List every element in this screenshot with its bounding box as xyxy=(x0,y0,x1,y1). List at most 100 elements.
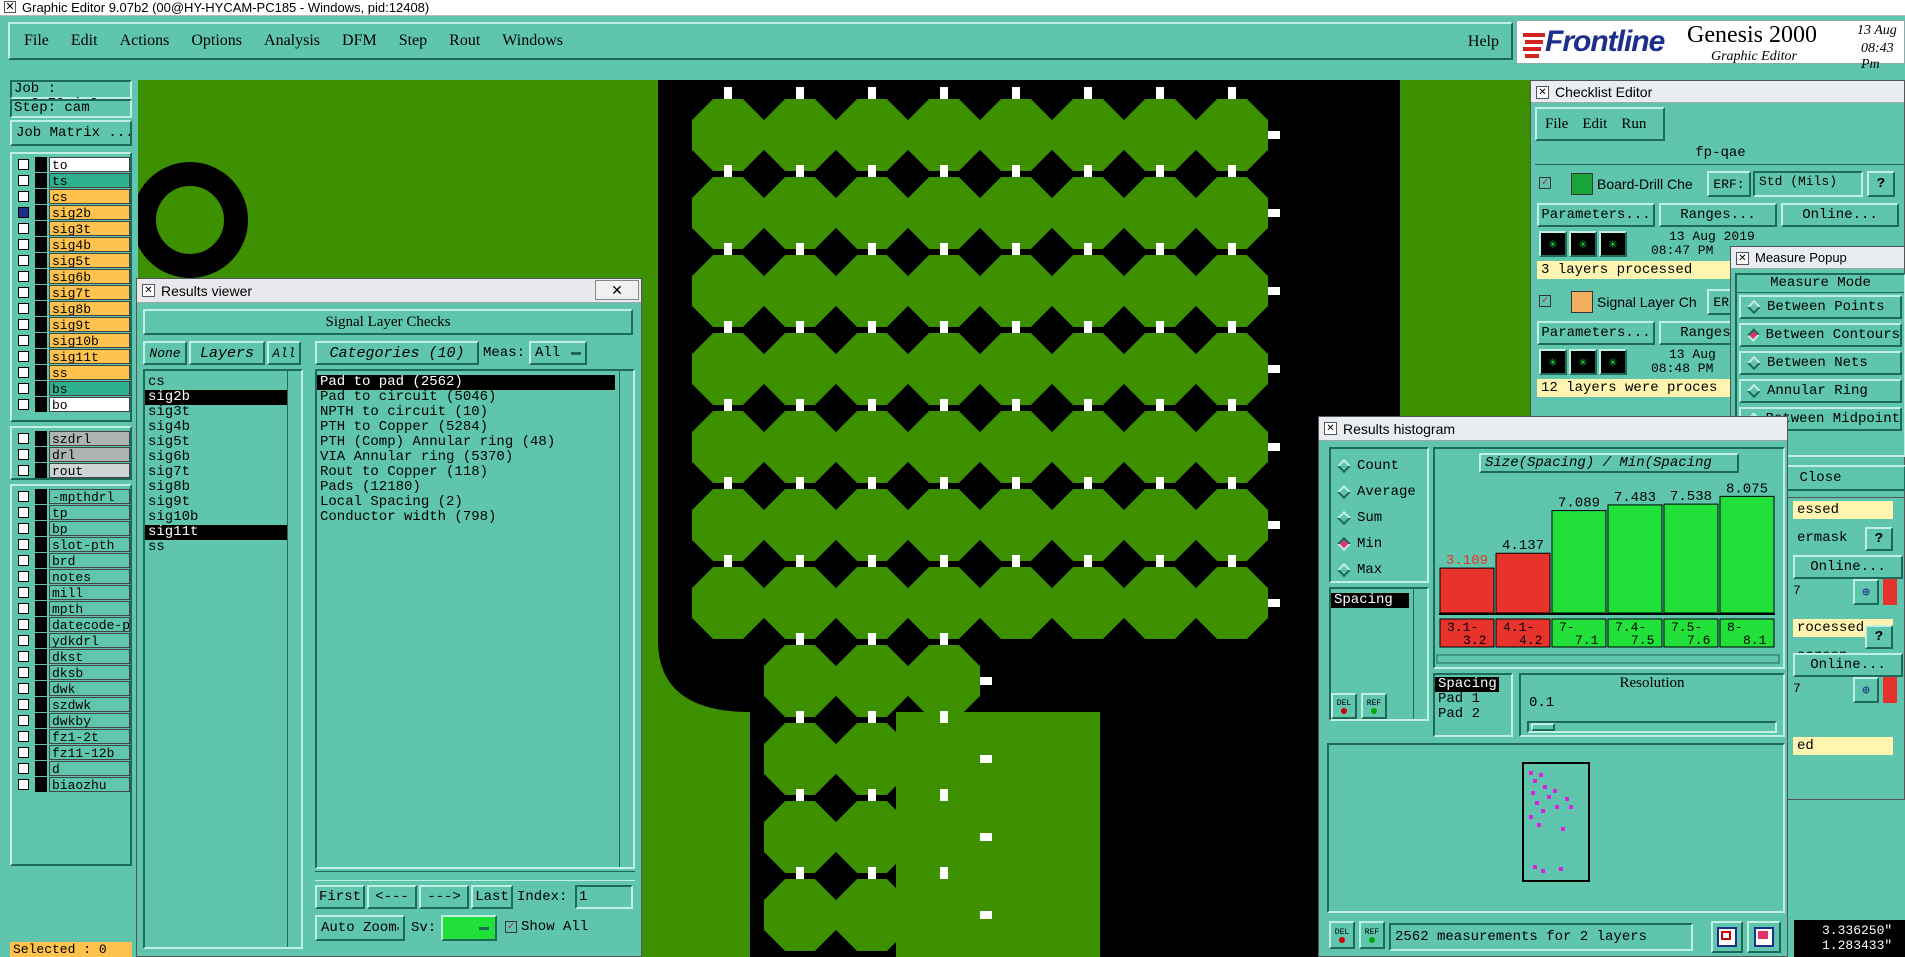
layer-checkbox[interactable] xyxy=(18,762,29,774)
layer-affected-marker[interactable] xyxy=(35,364,47,380)
layer-affected-marker[interactable] xyxy=(35,316,47,332)
layer-row-bs[interactable]: bs xyxy=(12,380,130,396)
histogram-sublist-item[interactable]: Pad 2 xyxy=(1435,707,1499,722)
check-run-icon[interactable]: ✳ xyxy=(1599,349,1627,375)
layer-checkbox[interactable] xyxy=(18,158,29,170)
layer-name[interactable]: -mpthdrl xyxy=(49,488,130,504)
layer-checkbox[interactable] xyxy=(18,746,29,758)
layer-name[interactable]: d xyxy=(49,760,130,776)
layer-row-fz1-2t[interactable]: fz1-2t xyxy=(12,728,130,744)
layer-name[interactable]: bo xyxy=(49,396,130,412)
results-layer-item[interactable]: sig4b xyxy=(145,420,287,435)
layer-row-sig9t[interactable]: sig9t xyxy=(12,316,130,332)
layer-affected-marker[interactable] xyxy=(35,396,47,412)
results-layer-item[interactable]: sig11t xyxy=(145,525,287,540)
layer-affected-marker[interactable] xyxy=(35,252,47,268)
app-close-icon[interactable]: ✕ xyxy=(4,1,16,13)
menu-rout[interactable]: Rout xyxy=(449,32,480,50)
layer-name[interactable]: datecode-pbe xyxy=(49,616,130,632)
results-viewer-close-icon[interactable]: ✕ xyxy=(595,280,639,300)
histogram-list-scrollbar[interactable] xyxy=(1413,589,1427,719)
layer-row-sig3t[interactable]: sig3t xyxy=(12,220,130,236)
layer-name[interactable]: bp xyxy=(49,520,130,536)
layer-checkbox[interactable] xyxy=(18,318,29,330)
layer-name[interactable]: sig8b xyxy=(49,300,130,316)
layer-name[interactable]: sig4b xyxy=(49,236,130,252)
layer-name[interactable]: fz11-12b xyxy=(49,744,130,760)
nav-next-button[interactable]: ---> xyxy=(419,885,469,909)
layer-row-sig5t[interactable]: sig5t xyxy=(12,252,130,268)
category-item[interactable]: Local Spacing (2) xyxy=(317,495,615,510)
layer-name[interactable]: slot-pth xyxy=(49,536,130,552)
layer-row-drl[interactable]: drl xyxy=(12,446,130,462)
check-run-icon[interactable]: ✳ xyxy=(1539,231,1567,257)
layer-row-sig2b[interactable]: sig2b xyxy=(12,204,130,220)
resolution-slider-handle[interactable] xyxy=(1531,723,1555,731)
layer-name[interactable]: mill xyxy=(49,584,130,600)
layer-checkbox[interactable] xyxy=(18,698,29,710)
layer-checkbox[interactable] xyxy=(18,238,29,250)
layer-affected-marker[interactable] xyxy=(35,462,47,478)
histogram-mode-max[interactable]: Max xyxy=(1331,557,1427,583)
layer-row-brd[interactable]: brd xyxy=(12,552,130,568)
layer-affected-marker[interactable] xyxy=(35,664,47,680)
checklist-menu-file[interactable]: File xyxy=(1545,116,1568,133)
layer-name[interactable]: ts xyxy=(49,172,130,188)
auto-zoom-dropdown[interactable]: Auto Zoom xyxy=(315,915,405,941)
layer-affected-marker[interactable] xyxy=(35,204,47,220)
layer-checkbox[interactable] xyxy=(18,538,29,550)
histogram-bar[interactable] xyxy=(1663,503,1719,614)
category-item[interactable]: PTH (Comp) Annular ring (48) xyxy=(317,435,615,450)
layer-affected-marker[interactable] xyxy=(35,648,47,664)
menu-windows[interactable]: Windows xyxy=(502,32,563,50)
layer-affected-marker[interactable] xyxy=(35,300,47,316)
layer-checkbox[interactable] xyxy=(18,206,29,218)
layer-affected-marker[interactable] xyxy=(35,430,47,446)
results-layer-item[interactable]: sig3t xyxy=(145,405,287,420)
histogram-mode-sum[interactable]: Sum xyxy=(1331,505,1427,531)
results-viewer-titlebar[interactable]: ✕ Results viewer ✕ xyxy=(137,279,641,303)
layer-checkbox[interactable] xyxy=(18,682,29,694)
layer-name[interactable]: bs xyxy=(49,380,130,396)
layer-name[interactable]: sig7t xyxy=(49,284,130,300)
layer-checkbox[interactable] xyxy=(18,778,29,790)
layer-checkbox[interactable] xyxy=(18,366,29,378)
layer-checkbox[interactable] xyxy=(18,586,29,598)
layer-row-cs[interactable]: cs xyxy=(12,188,130,204)
category-item[interactable]: VIA Annular ring (5370) xyxy=(317,450,615,465)
layer-affected-marker[interactable] xyxy=(35,220,47,236)
check-name[interactable]: Signal Layer Ch xyxy=(1597,294,1707,310)
layer-name[interactable]: sig5t xyxy=(49,252,130,268)
layer-row-sig11t[interactable]: sig11t xyxy=(12,348,130,364)
layer-row-ts[interactable]: ts xyxy=(12,172,130,188)
histogram-bar[interactable] xyxy=(1607,504,1663,614)
check-parameters-button[interactable]: Parameters... xyxy=(1537,203,1655,227)
layer-affected-marker[interactable] xyxy=(35,520,47,536)
layer-affected-marker[interactable] xyxy=(35,446,47,462)
layer-checkbox[interactable] xyxy=(18,522,29,534)
layer-row-tp[interactable]: tp xyxy=(12,504,130,520)
layer-name[interactable]: notes xyxy=(49,568,130,584)
layer-checkbox[interactable] xyxy=(18,730,29,742)
layer-affected-marker[interactable] xyxy=(35,552,47,568)
layer-row-bp[interactable]: bp xyxy=(12,520,130,536)
check-run-icon[interactable]: ✳ xyxy=(1569,231,1597,257)
layer-name[interactable]: sig11t xyxy=(49,348,130,364)
measure-mode-annular-ring[interactable]: Annular Ring xyxy=(1739,379,1902,403)
resolution-slider[interactable] xyxy=(1527,721,1777,733)
histogram-sublist-item[interactable]: Spacing xyxy=(1435,677,1499,692)
check-zoom-icon[interactable]: ⊕ xyxy=(1853,677,1879,703)
layer-name[interactable]: ss xyxy=(49,364,130,380)
layer-affected-marker[interactable] xyxy=(35,488,47,504)
layer-row-fz11-12b[interactable]: fz11-12b xyxy=(12,744,130,760)
layer-row-to[interactable]: to xyxy=(12,156,130,172)
layer-checkbox[interactable] xyxy=(18,270,29,282)
layers-none-button[interactable]: None xyxy=(143,341,187,365)
category-item[interactable]: PTH to Copper (5284) xyxy=(317,420,615,435)
layer-name[interactable]: mpth xyxy=(49,600,130,616)
layer-name[interactable]: dwkby xyxy=(49,712,130,728)
layer-name[interactable]: dkst xyxy=(49,648,130,664)
histogram-sublist-item[interactable]: Pad 1 xyxy=(1435,692,1499,707)
check-run-icon[interactable]: ✳ xyxy=(1599,231,1627,257)
layer-row-sig4b[interactable]: sig4b xyxy=(12,236,130,252)
